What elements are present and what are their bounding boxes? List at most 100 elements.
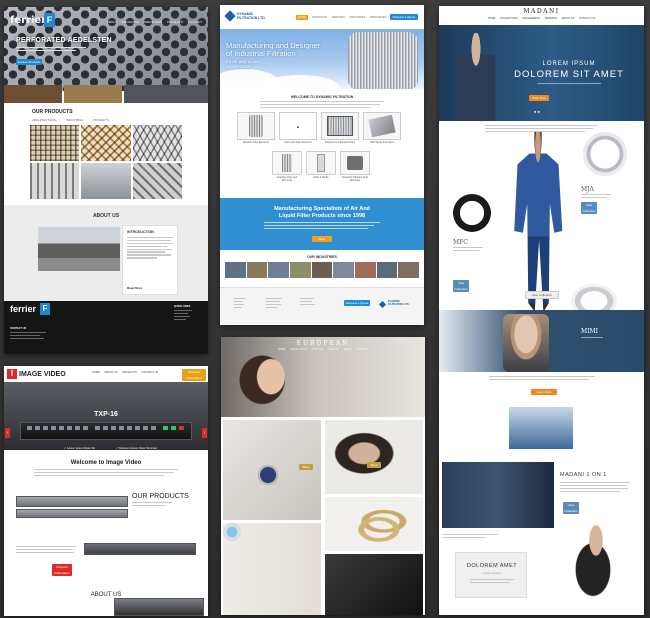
dynamic-filtration-site-screenshot[interactable]: DYNAMIC FILTRATION LTD. HOME PRODUCTS SE…: [220, 5, 424, 325]
tab-projects[interactable]: PROJECTS: [93, 118, 109, 122]
product-card[interactable]: Cartridge Filter and Elements: [272, 151, 302, 182]
hero-shop-button[interactable]: Shop Now: [529, 95, 549, 101]
read-more-link[interactable]: Read More: [127, 286, 142, 290]
nav-item-contact[interactable]: CONTACT US: [579, 17, 595, 20]
nav-item-home[interactable]: HOME: [92, 371, 100, 374]
industry-tile[interactable]: [290, 262, 311, 278]
product-tile[interactable]: [81, 125, 131, 161]
dynamic-logo[interactable]: DYNAMIC FILTRATION LTD.: [237, 12, 266, 20]
necklace-tile[interactable]: [223, 523, 321, 615]
industry-tile[interactable]: [225, 262, 246, 278]
nav-item-collections[interactable]: COLLECTIONS: [500, 17, 518, 20]
industry-tile[interactable]: [311, 262, 333, 278]
industry-tile[interactable]: [268, 262, 290, 278]
european-logo[interactable]: EUROPEAN: [221, 340, 425, 347]
carousel-next-icon[interactable]: ›: [202, 428, 207, 438]
nav-item-industries[interactable]: INDUSTRIES: [144, 20, 162, 24]
product-card[interactable]: Replacement Pleated Filters: [321, 112, 359, 144]
nav-item-engagement[interactable]: ENGAGEMENT: [522, 17, 540, 20]
madani-1on1-image: [442, 462, 554, 528]
pen-tile[interactable]: [325, 554, 423, 615]
product-tile[interactable]: [81, 163, 131, 199]
product-tile[interactable]: [132, 163, 182, 199]
image-video-site-screenshot[interactable]: I IMAGE VIDEO HOME ABOUT US PRODUCTS CON…: [4, 366, 208, 616]
product-card[interactable]: Absolute Filter Elements: [237, 112, 275, 144]
ring-mja-button[interactable]: View Collection: [581, 202, 597, 214]
footer-quote-button[interactable]: Request a Quote: [344, 300, 370, 306]
learn-more-button[interactable]: Learn More: [531, 389, 557, 395]
bracelets-tile[interactable]: [325, 497, 423, 551]
one-on-one-button[interactable]: View Collection: [563, 502, 579, 514]
product-tile[interactable]: [30, 163, 80, 199]
ferrier-logo[interactable]: ferrier: [10, 15, 46, 26]
product-tile[interactable]: [30, 125, 80, 161]
band-more-button[interactable]: More: [312, 236, 332, 242]
collection-image[interactable]: [509, 407, 573, 449]
ferrier-footer: ferrier F CONTACT US QUICK LINKS: [4, 301, 208, 354]
nav-item-contact[interactable]: CONTACT: [188, 20, 202, 24]
hero-subtitle-line-2: Applications: [226, 64, 251, 69]
industry-tile[interactable]: [376, 262, 398, 278]
ring-mfc-button[interactable]: View Collection: [453, 280, 469, 292]
architectural-thumbnail[interactable]: [4, 85, 62, 103]
hero-description: [16, 47, 86, 53]
product-card[interactable]: Separator Filtration Units Elements: [340, 151, 370, 182]
nav-item-home[interactable]: HOME: [278, 348, 285, 351]
ring-mfc-image[interactable]: [453, 194, 491, 232]
dolor-heading: DOLOREM AMET: [466, 563, 518, 569]
nav-item-collections[interactable]: COLLECTIONS: [290, 348, 307, 351]
nav-item-jewelry[interactable]: JEWELRY: [328, 348, 339, 351]
industry-tile[interactable]: [333, 262, 355, 278]
nav-item-home[interactable]: HOME: [488, 17, 496, 20]
nav-item-resources[interactable]: RESOURCES: [370, 16, 386, 19]
madani-site-screenshot[interactable]: MADANI HOME COLLECTIONS ENGAGEMENT WEDDI…: [439, 6, 644, 615]
madani-logo[interactable]: MADANI: [439, 8, 644, 15]
nav-item-about[interactable]: ABOUT: [107, 20, 117, 24]
nav-item-about[interactable]: ABOUT US: [562, 17, 575, 20]
tab-industrial[interactable]: INDUSTRIAL: [66, 118, 84, 122]
tab-architectural[interactable]: ARCHITECTURAL: [32, 118, 57, 122]
product-card[interactable]: Paint Spray and Filters: [363, 112, 401, 144]
product-card[interactable]: ■ Glass and Filter Elements: [279, 112, 317, 144]
carousel-prev-icon[interactable]: ‹: [5, 428, 10, 438]
nav-item-about[interactable]: ABOUT: [344, 348, 352, 351]
ferrier-site-screenshot[interactable]: ferrier F ABOUT PRODUCTS INDUSTRIES PROJ…: [4, 7, 208, 354]
watch-shop-button[interactable]: Shop: [299, 464, 313, 470]
industrial-thumbnail[interactable]: [64, 85, 122, 103]
nav-item-contact[interactable]: CONTACT: [357, 348, 368, 351]
nav-item-services[interactable]: SERVICES: [332, 16, 345, 19]
nav-item-wedding[interactable]: WEDDING: [545, 17, 557, 20]
product-rack-image[interactable]: [16, 496, 128, 507]
request-info-button[interactable]: Request Information: [182, 369, 206, 381]
earring-shop-button[interactable]: Shop: [367, 462, 381, 468]
nav-item-about[interactable]: ABOUT US: [104, 371, 117, 374]
industry-tile[interactable]: [246, 262, 268, 278]
industry-tile[interactable]: [355, 262, 376, 278]
carousel-dots[interactable]: ● ●: [534, 109, 540, 114]
view-collection-button[interactable]: View Collection: [525, 291, 559, 299]
image-video-logo[interactable]: I IMAGE VIDEO: [7, 368, 66, 380]
product-card[interactable]: Rolls & Media: [306, 151, 336, 182]
projects-thumbnail[interactable]: [124, 85, 208, 103]
nav-item-projects[interactable]: PROJECTS: [167, 20, 183, 24]
industry-tile[interactable]: [398, 262, 420, 278]
nav-item-contact[interactable]: CONTACT US: [142, 371, 159, 374]
european-site-screenshot[interactable]: EUROPEAN HOME COLLECTIONS WATCHES JEWELR…: [221, 337, 425, 615]
product-rack-image[interactable]: [84, 543, 196, 555]
product-more-button[interactable]: Request Information: [52, 564, 72, 576]
product-tile[interactable]: [132, 125, 182, 161]
explore-products-button[interactable]: Explore Products: [16, 59, 42, 65]
nav-item-home[interactable]: HOME: [296, 15, 308, 20]
ring-mja-image[interactable]: [583, 132, 627, 176]
nav-item-products[interactable]: PRODUCTS: [122, 371, 137, 374]
earring-model-tile[interactable]: Shop: [325, 420, 423, 494]
watch-tile[interactable]: Shop: [223, 420, 321, 520]
footer-logo[interactable]: ferrier: [10, 304, 36, 314]
nav-item-products[interactable]: PRODUCTS: [313, 16, 328, 19]
product-rack-image[interactable]: [16, 509, 128, 518]
nav-item-products[interactable]: PRODUCTS: [122, 20, 139, 24]
nav-item-watches[interactable]: WATCHES: [311, 348, 323, 351]
nav-item-industries[interactable]: INDUSTRIES: [350, 16, 366, 19]
request-quote-button[interactable]: Request a Quote: [390, 14, 418, 20]
product-name: Paint Spray and Filters: [369, 141, 395, 144]
